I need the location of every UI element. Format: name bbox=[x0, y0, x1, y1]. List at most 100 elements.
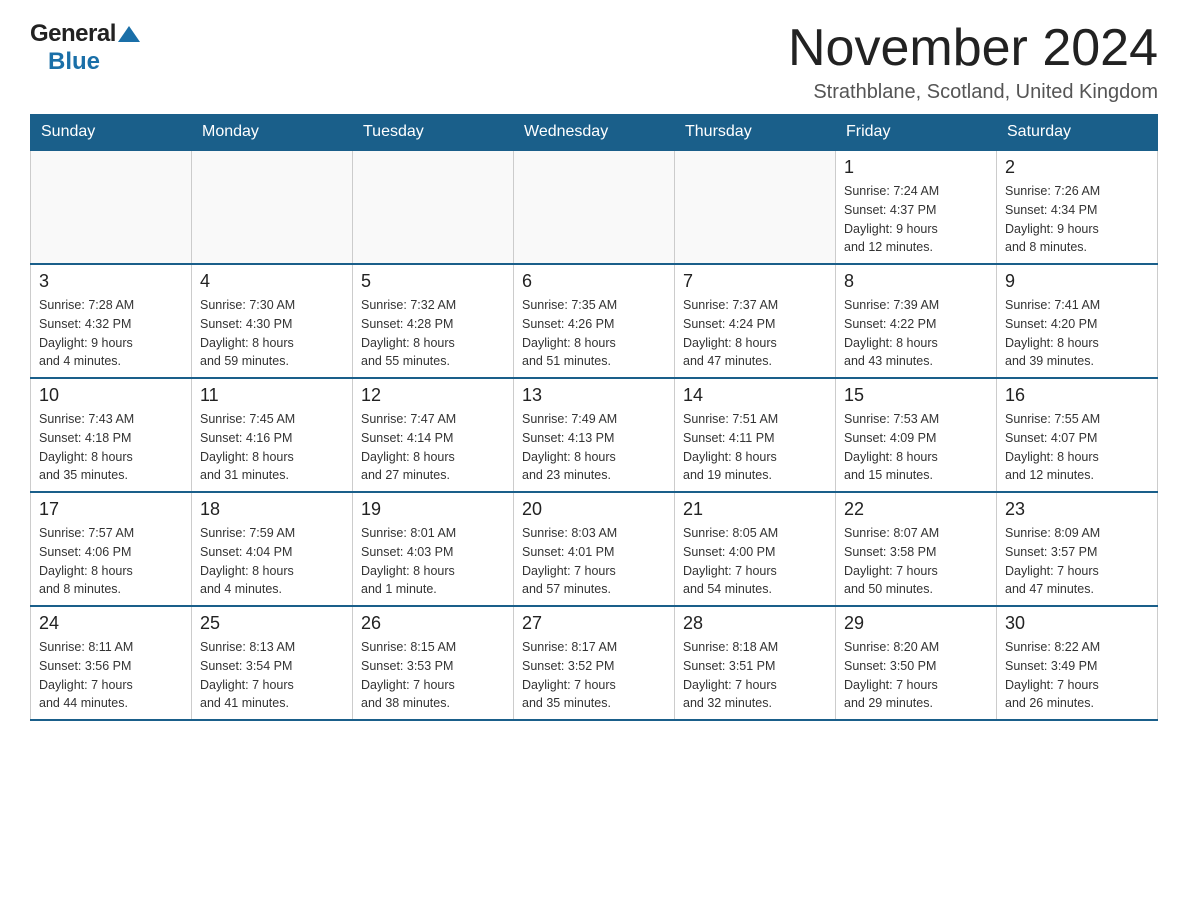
day-info: Sunrise: 7:49 AMSunset: 4:13 PMDaylight:… bbox=[522, 410, 666, 485]
day-info: Sunrise: 7:45 AMSunset: 4:16 PMDaylight:… bbox=[200, 410, 344, 485]
day-info: Sunrise: 7:24 AMSunset: 4:37 PMDaylight:… bbox=[844, 182, 988, 257]
day-number: 8 bbox=[844, 271, 988, 292]
day-info: Sunrise: 8:05 AMSunset: 4:00 PMDaylight:… bbox=[683, 524, 827, 599]
day-number: 19 bbox=[361, 499, 505, 520]
calendar-week-row: 1 Sunrise: 7:24 AMSunset: 4:37 PMDaylight… bbox=[31, 150, 1158, 264]
day-number: 3 bbox=[39, 271, 183, 292]
calendar-cell: 8 Sunrise: 7:39 AMSunset: 4:22 PMDaylight… bbox=[836, 264, 997, 378]
page-header: General Blue November 2024 Strathblane, … bbox=[30, 20, 1158, 104]
calendar-cell: 23Sunrise: 8:09 AMSunset: 3:57 PMDayligh… bbox=[997, 492, 1158, 606]
calendar-cell: 30 Sunrise: 8:22 AMSunset: 3:49 PMDayligh… bbox=[997, 606, 1158, 720]
calendar-cell: 15Sunrise: 7:53 AMSunset: 4:09 PMDayligh… bbox=[836, 378, 997, 492]
month-title: November 2024 bbox=[788, 20, 1158, 77]
calendar-week-row: 3 Sunrise: 7:28 AMSunset: 4:32 PMDaylight… bbox=[31, 264, 1158, 378]
calendar-cell: 29 Sunrise: 8:20 AMSunset: 3:50 PMDayligh… bbox=[836, 606, 997, 720]
day-info: Sunrise: 8:01 AMSunset: 4:03 PMDaylight:… bbox=[361, 524, 505, 599]
calendar-cell: 26 Sunrise: 8:15 AMSunset: 3:53 PMDayligh… bbox=[353, 606, 514, 720]
day-info: Sunrise: 8:20 AMSunset: 3:50 PMDaylight:… bbox=[844, 638, 988, 713]
day-number: 21 bbox=[683, 499, 827, 520]
day-info: Sunrise: 7:57 AMSunset: 4:06 PMDaylight:… bbox=[39, 524, 183, 599]
calendar-cell: 1 Sunrise: 7:24 AMSunset: 4:37 PMDaylight… bbox=[836, 150, 997, 264]
calendar-cell: 14 Sunrise: 7:51 AMSunset: 4:11 PMDayligh… bbox=[675, 378, 836, 492]
day-info: Sunrise: 8:03 AMSunset: 4:01 PMDaylight:… bbox=[522, 524, 666, 599]
day-number: 29 bbox=[844, 613, 988, 634]
calendar-cell bbox=[31, 150, 192, 264]
calendar-cell: 21 Sunrise: 8:05 AMSunset: 4:00 PMDayligh… bbox=[675, 492, 836, 606]
day-info: Sunrise: 8:13 AMSunset: 3:54 PMDaylight:… bbox=[200, 638, 344, 713]
day-info: Sunrise: 7:30 AMSunset: 4:30 PMDaylight:… bbox=[200, 296, 344, 371]
weekday-header-wednesday: Wednesday bbox=[514, 115, 675, 151]
calendar-cell: 6Sunrise: 7:35 AMSunset: 4:26 PMDaylight… bbox=[514, 264, 675, 378]
weekday-header-thursday: Thursday bbox=[675, 115, 836, 151]
day-info: Sunrise: 7:47 AMSunset: 4:14 PMDaylight:… bbox=[361, 410, 505, 485]
calendar-week-row: 10Sunrise: 7:43 AMSunset: 4:18 PMDayligh… bbox=[31, 378, 1158, 492]
day-info: Sunrise: 8:22 AMSunset: 3:49 PMDaylight:… bbox=[1005, 638, 1149, 713]
day-number: 2 bbox=[1005, 157, 1149, 178]
calendar-cell: 28Sunrise: 8:18 AMSunset: 3:51 PMDayligh… bbox=[675, 606, 836, 720]
day-info: Sunrise: 7:59 AMSunset: 4:04 PMDaylight:… bbox=[200, 524, 344, 599]
calendar-cell bbox=[192, 150, 353, 264]
day-number: 12 bbox=[361, 385, 505, 406]
day-number: 17 bbox=[39, 499, 183, 520]
day-number: 9 bbox=[1005, 271, 1149, 292]
calendar-table: SundayMondayTuesdayWednesdayThursdayFrid… bbox=[30, 114, 1158, 721]
calendar-cell: 16 Sunrise: 7:55 AMSunset: 4:07 PMDayligh… bbox=[997, 378, 1158, 492]
calendar-cell: 13 Sunrise: 7:49 AMSunset: 4:13 PMDayligh… bbox=[514, 378, 675, 492]
day-number: 24 bbox=[39, 613, 183, 634]
day-info: Sunrise: 7:39 AMSunset: 4:22 PMDaylight:… bbox=[844, 296, 988, 371]
weekday-header-monday: Monday bbox=[192, 115, 353, 151]
day-info: Sunrise: 7:51 AMSunset: 4:11 PMDaylight:… bbox=[683, 410, 827, 485]
location-subtitle: Strathblane, Scotland, United Kingdom bbox=[788, 81, 1158, 104]
day-number: 26 bbox=[361, 613, 505, 634]
calendar-cell: 2 Sunrise: 7:26 AMSunset: 4:34 PMDaylight… bbox=[997, 150, 1158, 264]
calendar-cell: 4 Sunrise: 7:30 AMSunset: 4:30 PMDaylight… bbox=[192, 264, 353, 378]
day-info: Sunrise: 7:26 AMSunset: 4:34 PMDaylight:… bbox=[1005, 182, 1149, 257]
calendar-week-row: 24Sunrise: 8:11 AMSunset: 3:56 PMDayligh… bbox=[31, 606, 1158, 720]
calendar-cell: 3 Sunrise: 7:28 AMSunset: 4:32 PMDaylight… bbox=[31, 264, 192, 378]
day-number: 11 bbox=[200, 385, 344, 406]
day-number: 1 bbox=[844, 157, 988, 178]
calendar-cell: 10Sunrise: 7:43 AMSunset: 4:18 PMDayligh… bbox=[31, 378, 192, 492]
calendar-cell: 27 Sunrise: 8:17 AMSunset: 3:52 PMDayligh… bbox=[514, 606, 675, 720]
day-number: 14 bbox=[683, 385, 827, 406]
calendar-cell: 11 Sunrise: 7:45 AMSunset: 4:16 PMDayligh… bbox=[192, 378, 353, 492]
day-info: Sunrise: 7:37 AMSunset: 4:24 PMDaylight:… bbox=[683, 296, 827, 371]
day-number: 15 bbox=[844, 385, 988, 406]
day-number: 7 bbox=[683, 271, 827, 292]
day-info: Sunrise: 8:17 AMSunset: 3:52 PMDaylight:… bbox=[522, 638, 666, 713]
calendar-cell: 12 Sunrise: 7:47 AMSunset: 4:14 PMDayligh… bbox=[353, 378, 514, 492]
day-number: 4 bbox=[200, 271, 344, 292]
day-info: Sunrise: 7:32 AMSunset: 4:28 PMDaylight:… bbox=[361, 296, 505, 371]
calendar-cell: 19 Sunrise: 8:01 AMSunset: 4:03 PMDayligh… bbox=[353, 492, 514, 606]
calendar-cell bbox=[353, 150, 514, 264]
logo: General Blue bbox=[30, 20, 140, 76]
calendar-header-row: SundayMondayTuesdayWednesdayThursdayFrid… bbox=[31, 115, 1158, 151]
day-number: 20 bbox=[522, 499, 666, 520]
day-info: Sunrise: 7:43 AMSunset: 4:18 PMDaylight:… bbox=[39, 410, 183, 485]
calendar-week-row: 17 Sunrise: 7:57 AMSunset: 4:06 PMDayligh… bbox=[31, 492, 1158, 606]
calendar-cell: 5 Sunrise: 7:32 AMSunset: 4:28 PMDaylight… bbox=[353, 264, 514, 378]
day-number: 30 bbox=[1005, 613, 1149, 634]
day-info: Sunrise: 7:28 AMSunset: 4:32 PMDaylight:… bbox=[39, 296, 183, 371]
day-number: 16 bbox=[1005, 385, 1149, 406]
calendar-cell: 25 Sunrise: 8:13 AMSunset: 3:54 PMDayligh… bbox=[192, 606, 353, 720]
day-number: 28 bbox=[683, 613, 827, 634]
day-number: 13 bbox=[522, 385, 666, 406]
logo-blue-text: Blue bbox=[48, 48, 100, 76]
calendar-cell: 9Sunrise: 7:41 AMSunset: 4:20 PMDaylight… bbox=[997, 264, 1158, 378]
calendar-cell: 18Sunrise: 7:59 AMSunset: 4:04 PMDayligh… bbox=[192, 492, 353, 606]
day-info: Sunrise: 7:35 AMSunset: 4:26 PMDaylight:… bbox=[522, 296, 666, 371]
calendar-cell: 24Sunrise: 8:11 AMSunset: 3:56 PMDayligh… bbox=[31, 606, 192, 720]
day-number: 27 bbox=[522, 613, 666, 634]
calendar-cell: 7 Sunrise: 7:37 AMSunset: 4:24 PMDaylight… bbox=[675, 264, 836, 378]
logo-triangle-icon bbox=[118, 24, 140, 44]
day-number: 23 bbox=[1005, 499, 1149, 520]
day-number: 25 bbox=[200, 613, 344, 634]
calendar-cell: 20 Sunrise: 8:03 AMSunset: 4:01 PMDayligh… bbox=[514, 492, 675, 606]
calendar-cell: 17 Sunrise: 7:57 AMSunset: 4:06 PMDayligh… bbox=[31, 492, 192, 606]
day-number: 5 bbox=[361, 271, 505, 292]
day-number: 22 bbox=[844, 499, 988, 520]
day-info: Sunrise: 8:15 AMSunset: 3:53 PMDaylight:… bbox=[361, 638, 505, 713]
logo-general-text: General bbox=[30, 20, 116, 48]
day-info: Sunrise: 7:55 AMSunset: 4:07 PMDaylight:… bbox=[1005, 410, 1149, 485]
